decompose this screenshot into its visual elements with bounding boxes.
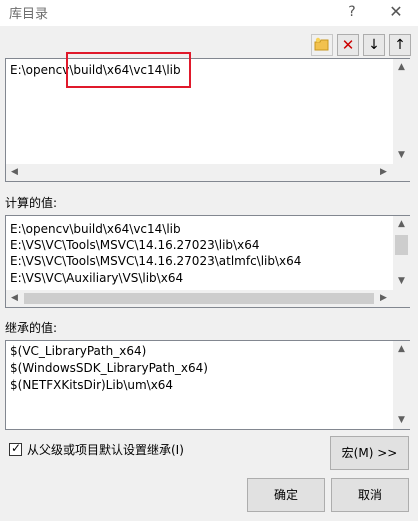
evaluated-label: 计算的值: [5,196,58,210]
new-folder-icon [314,37,329,51]
move-down-button[interactable]: ↓ [363,34,385,56]
new-line-button[interactable] [311,34,333,56]
list-item: E:\VS\VC\Tools\MSVC\14.16.27023\lib\x64 [10,238,260,252]
scroll-up-icon[interactable]: ▲ [393,59,410,76]
inherit-checkbox[interactable]: ✓ [9,441,22,456]
scroll-left-icon[interactable]: ◀ [6,290,23,307]
scroll-left-icon[interactable]: ◀ [6,164,23,181]
list-item: E:\opencv\build\x64\vc14\lib [10,222,181,236]
close-button[interactable]: ✕ [384,2,408,22]
list-item: $(WindowsSDK_LibraryPath_x64) [10,361,208,375]
scroll-right-icon[interactable]: ▶ [375,164,392,181]
list-item: $(NETFXKitsDir)Lib\um\x64 [10,378,174,392]
inherited-vertical-scrollbar[interactable]: ▲ ▼ [393,341,410,429]
macros-button[interactable]: 宏(M) >> [330,436,409,470]
delete-button[interactable]: ✕ [337,34,359,56]
inherit-checkbox-label[interactable]: 从父级或项目默认设置继承(I) [27,441,184,458]
evaluated-list: E:\opencv\build\x64\vc14\lib E:\VS\VC\To… [5,215,410,308]
arrow-up-icon: ↑ [394,37,406,53]
move-up-button[interactable]: ↑ [389,34,411,56]
evaluated-vertical-scrollbar[interactable]: ▲ ▼ [393,216,410,290]
list-item: E:\VS\VC\Tools\MSVC\14.16.27023\atlmfc\l… [10,254,302,268]
scroll-down-icon[interactable]: ▼ [393,273,410,290]
delete-x-icon: ✕ [341,36,355,54]
list-item: E:\VS\VC\Auxiliary\VS\lib\x64 [10,271,184,285]
scroll-thumb[interactable] [24,293,374,304]
scroll-up-icon[interactable]: ▲ [393,341,410,358]
inherited-label: 继承的值: [5,321,58,335]
edit-vertical-scrollbar[interactable]: ▲ ▼ [393,59,410,164]
scroll-down-icon[interactable]: ▼ [393,412,410,429]
scroll-right-icon[interactable]: ▶ [375,290,392,307]
inherited-list: $(VC_LibraryPath_x64) $(WindowsSDK_Libra… [5,340,410,430]
window-title: 库目录 [9,7,49,22]
evaluated-horizontal-scrollbar[interactable]: ◀ ▶ [6,290,410,307]
cancel-button[interactable]: 取消 [331,478,409,512]
edit-horizontal-scrollbar[interactable]: ◀ ▶ [6,164,410,181]
scroll-up-icon[interactable]: ▲ [393,216,410,233]
checkmark-icon: ✓ [11,441,22,455]
ok-button[interactable]: 确定 [247,478,325,512]
scroll-down-icon[interactable]: ▼ [393,147,410,164]
scroll-thumb[interactable] [395,235,408,255]
arrow-down-icon: ↓ [368,37,380,53]
help-button[interactable]: ? [340,2,364,22]
highlight-annotation [66,52,191,88]
list-item: $(VC_LibraryPath_x64) [10,344,147,358]
